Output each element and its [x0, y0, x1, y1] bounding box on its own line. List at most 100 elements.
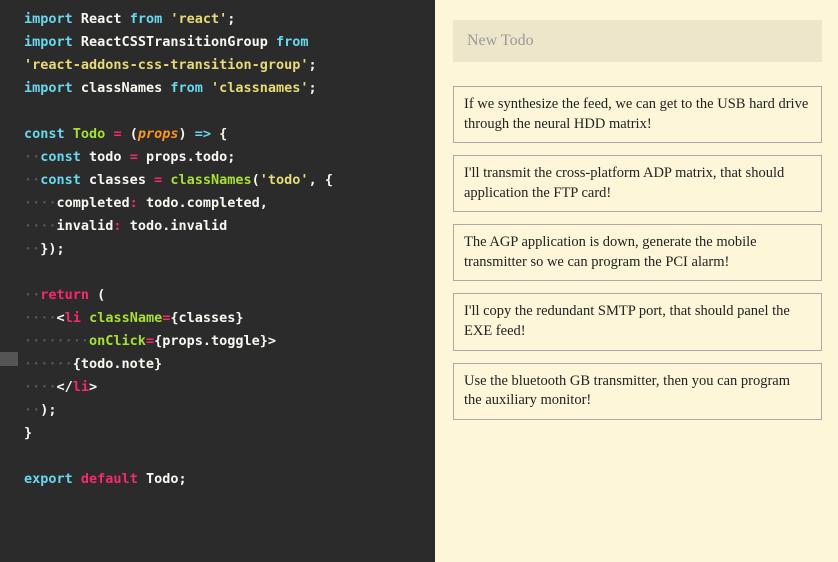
code-token: , {: [309, 172, 333, 188]
code-token: React: [81, 11, 122, 27]
todo-preview-pane: If we synthesize the feed, we can get to…: [435, 0, 838, 562]
todo-item[interactable]: If we synthesize the feed, we can get to…: [453, 86, 822, 143]
code-token: 'classnames': [211, 80, 309, 96]
code-line[interactable]: import classNames from 'classnames';: [24, 77, 427, 100]
code-token: 'todo': [260, 172, 309, 188]
code-token: [73, 11, 81, 27]
code-token: [122, 149, 130, 165]
code-token: [203, 80, 211, 96]
code-line[interactable]: 'react-addons-css-transition-group';: [24, 54, 427, 77]
code-token: ········: [24, 333, 89, 349]
code-token: import: [24, 34, 73, 50]
code-token: [268, 34, 276, 50]
code-token: [146, 172, 154, 188]
code-token: invalid: [57, 218, 114, 234]
code-token: {classes}: [170, 310, 243, 326]
gutter-highlight-mark: [0, 352, 18, 366]
code-line[interactable]: ··return (: [24, 284, 427, 307]
code-token: default: [81, 471, 138, 487]
code-token: [138, 471, 146, 487]
code-token: }: [24, 425, 32, 441]
code-line[interactable]: ····completed: todo.completed,: [24, 192, 427, 215]
code-line[interactable]: ··);: [24, 399, 427, 422]
todo-list: If we synthesize the feed, we can get to…: [453, 86, 822, 420]
code-token: 'react': [170, 11, 227, 27]
code-line[interactable]: ····invalid: todo.invalid: [24, 215, 427, 238]
code-token: =: [113, 126, 121, 142]
code-token: (: [122, 126, 138, 142]
code-token: [81, 149, 89, 165]
code-token: [81, 172, 89, 188]
code-token: :: [113, 218, 121, 234]
code-token: todo.completed,: [138, 195, 268, 211]
code-token: const: [24, 126, 65, 142]
todo-item[interactable]: I'll copy the redundant SMTP port, that …: [453, 293, 822, 350]
code-line[interactable]: ····</li>: [24, 376, 427, 399]
code-token: =: [154, 172, 162, 188]
code-token: ··: [24, 402, 40, 418]
code-token: [73, 34, 81, 50]
code-line[interactable]: [24, 261, 427, 284]
code-token: props: [138, 126, 179, 142]
code-token: ··: [24, 241, 40, 257]
code-line[interactable]: ··});: [24, 238, 427, 261]
code-line[interactable]: export default Todo;: [24, 468, 427, 491]
code-token: from: [130, 11, 163, 27]
code-line[interactable]: ··const classes = classNames('todo', {: [24, 169, 427, 192]
code-token: li: [73, 379, 89, 395]
code-token: >: [268, 333, 276, 349]
code-line[interactable]: import ReactCSSTransitionGroup from: [24, 31, 427, 54]
code-token: todo.invalid: [122, 218, 228, 234]
code-token: (: [252, 172, 260, 188]
code-token: return: [40, 287, 89, 303]
code-token: classNames: [170, 172, 251, 188]
code-token: [65, 126, 73, 142]
code-token: const: [40, 172, 81, 188]
code-token: ····: [24, 379, 57, 395]
todo-item[interactable]: The AGP application is down, generate th…: [453, 224, 822, 281]
code-token: classNames: [81, 80, 162, 96]
code-token: ····: [24, 310, 57, 326]
code-token: import: [24, 80, 73, 96]
code-token: props.todo;: [138, 149, 236, 165]
code-token: ··: [24, 287, 40, 303]
code-token: [81, 310, 89, 326]
code-line[interactable]: ········onClick={props.toggle}>: [24, 330, 427, 353]
code-token: [122, 11, 130, 27]
code-line[interactable]: [24, 100, 427, 123]
code-token: [73, 80, 81, 96]
code-token: <: [57, 310, 65, 326]
code-token: ;: [309, 80, 317, 96]
code-token: );: [40, 402, 56, 418]
code-token: onClick: [89, 333, 146, 349]
code-line[interactable]: ····<li className={classes}: [24, 307, 427, 330]
code-content[interactable]: import React from 'react';import ReactCS…: [0, 8, 435, 491]
code-token: ····: [24, 218, 57, 234]
code-line[interactable]: [24, 445, 427, 468]
code-token: (: [89, 287, 105, 303]
new-todo-input[interactable]: [453, 20, 822, 62]
code-token: completed: [57, 195, 130, 211]
code-line[interactable]: }: [24, 422, 427, 445]
code-token: ··: [24, 172, 40, 188]
code-token: import: [24, 11, 73, 27]
code-token: >: [89, 379, 97, 395]
code-editor-pane[interactable]: import React from 'react';import ReactCS…: [0, 0, 435, 562]
code-token: ;: [227, 11, 235, 27]
code-line[interactable]: const Todo = (props) => {: [24, 123, 427, 146]
editor-gutter: [0, 0, 18, 562]
code-token: {: [211, 126, 227, 142]
code-token: todo: [89, 149, 122, 165]
code-line[interactable]: ··const todo = props.todo;: [24, 146, 427, 169]
code-token: =>: [195, 126, 211, 142]
code-token: from: [170, 80, 203, 96]
code-token: 'react-addons-css-transition-group': [24, 57, 308, 73]
code-token: ····: [24, 195, 57, 211]
code-line[interactable]: ······{todo.note}: [24, 353, 427, 376]
todo-item[interactable]: Use the bluetooth GB transmitter, then y…: [453, 363, 822, 420]
code-token: [73, 471, 81, 487]
code-token: ··: [24, 149, 40, 165]
todo-item[interactable]: I'll transmit the cross-platform ADP mat…: [453, 155, 822, 212]
code-line[interactable]: import React from 'react';: [24, 8, 427, 31]
code-token: =: [130, 149, 138, 165]
